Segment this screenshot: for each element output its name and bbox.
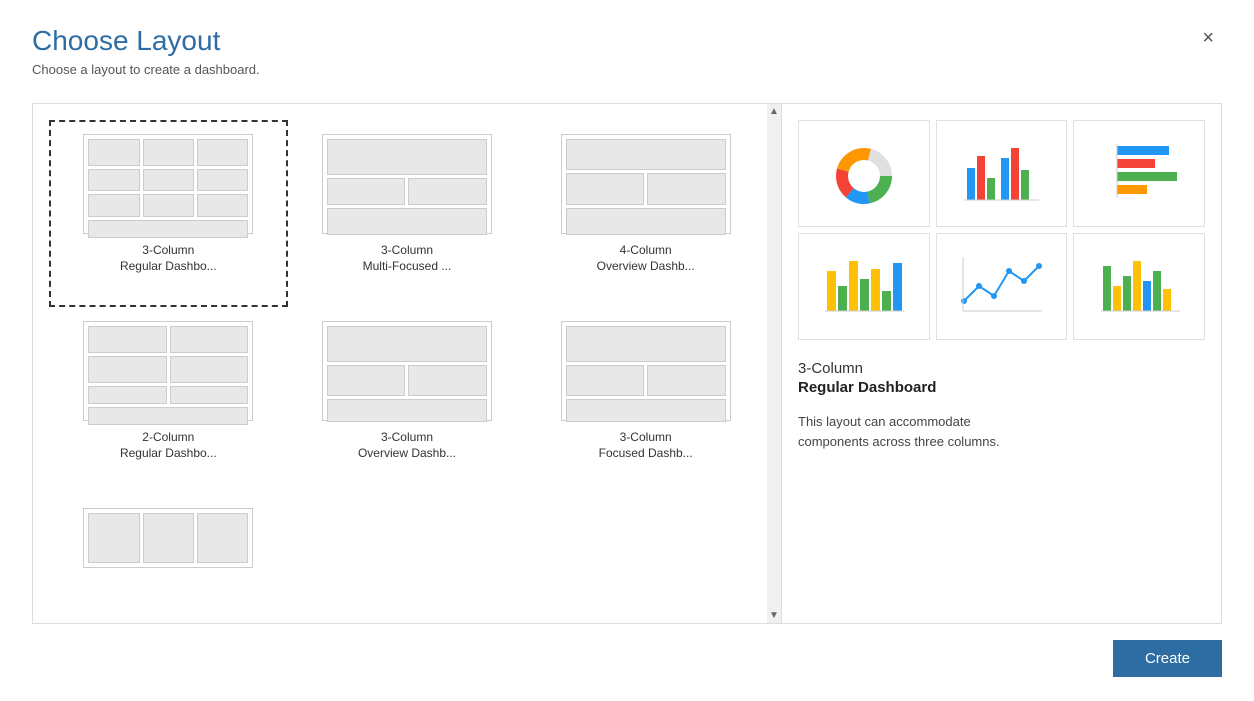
dialog-subtitle: Choose a layout to create a dashboard. [32, 62, 260, 77]
chart-thumb-line [936, 233, 1068, 340]
layout-list-panel: 3-ColumnRegular Dashbo... 3-ColumnMulti-… [32, 103, 782, 624]
header-text: Choose Layout Choose a layout to create … [32, 24, 260, 77]
layout-item-3col-multifocused[interactable]: 3-ColumnMulti-Focused ... [288, 120, 527, 307]
dialog-header: Choose Layout Choose a layout to create … [32, 24, 1222, 77]
layout-item-3col-focused[interactable]: 3-ColumnFocused Dashb... [526, 307, 765, 494]
preview-info: 3-Column Regular Dashboard This layout c… [798, 360, 1205, 454]
layout-item-4col-overview[interactable]: 4-ColumnOverview Dashb... [526, 120, 765, 307]
dialog-title: Choose Layout [32, 24, 260, 58]
choose-layout-dialog: Choose Layout Choose a layout to create … [0, 0, 1254, 701]
close-button[interactable]: × [1194, 24, 1222, 52]
preview-panel: 3-Column Regular Dashboard This layout c… [782, 103, 1222, 624]
preview-description: This layout can accommodatecomponents ac… [798, 412, 1205, 454]
layout-item-2col-regular[interactable]: 2-ColumnRegular Dashbo... [49, 307, 288, 494]
dialog-footer: Create [32, 624, 1222, 677]
layout-item-3col-regular[interactable]: 3-ColumnRegular Dashbo... [49, 120, 288, 307]
create-button[interactable]: Create [1113, 640, 1222, 677]
layout-item-3col-overview[interactable]: 3-ColumnOverview Dashb... [288, 307, 527, 494]
chart-thumb-hbar [1073, 120, 1205, 227]
layout-label-3col-multifocused: 3-ColumnMulti-Focused ... [363, 242, 452, 276]
chart-thumb-mixed [1073, 233, 1205, 340]
scroll-up-arrow[interactable]: ▲ [769, 106, 779, 117]
scroll-down-arrow[interactable]: ▼ [769, 610, 779, 621]
layout-label-4col-overview: 4-ColumnOverview Dashb... [597, 242, 695, 276]
layout-label-3col-focused: 3-ColumnFocused Dashb... [599, 429, 693, 463]
layout-label-3col-overview: 3-ColumnOverview Dashb... [358, 429, 456, 463]
layout-grid: 3-ColumnRegular Dashbo... 3-ColumnMulti-… [33, 104, 781, 623]
layout-label-3col-regular: 3-ColumnRegular Dashbo... [120, 242, 217, 276]
chart-thumb-column [798, 233, 930, 340]
dialog-body: 3-ColumnRegular Dashbo... 3-ColumnMulti-… [32, 103, 1222, 624]
chart-thumb-donut [798, 120, 930, 227]
preview-charts [798, 120, 1205, 340]
chart-thumb-bar [936, 120, 1068, 227]
preview-name-top: 3-Column [798, 360, 1205, 377]
preview-name-bold: Regular Dashboard [798, 379, 1205, 396]
layout-label-2col-regular: 2-ColumnRegular Dashbo... [120, 429, 217, 463]
layout-item-partial[interactable] [49, 494, 288, 607]
